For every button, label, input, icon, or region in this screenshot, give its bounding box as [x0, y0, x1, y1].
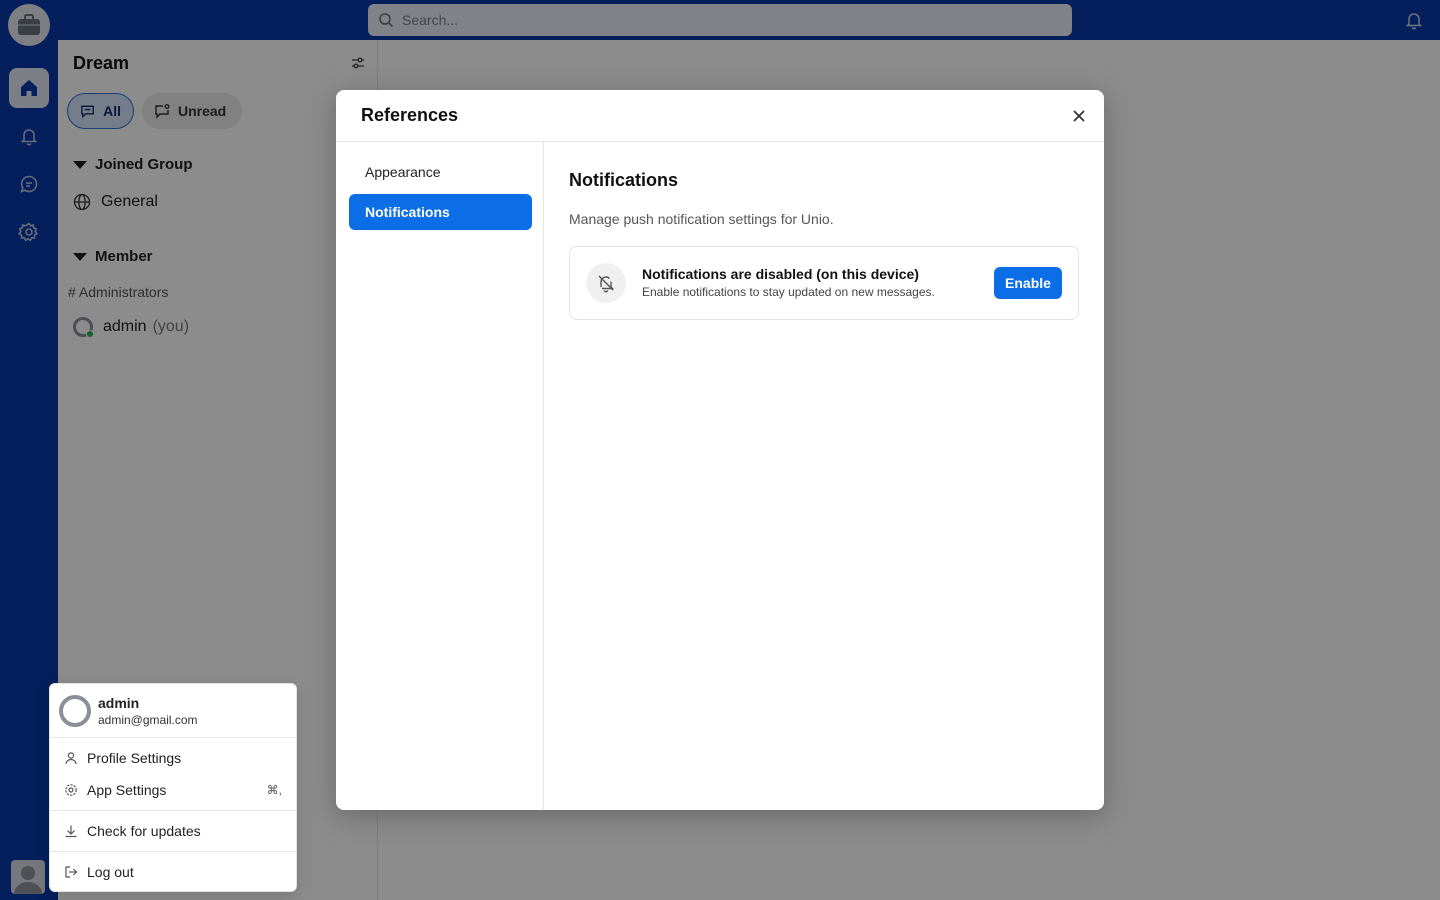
shortcut-hint: ⌘, [266, 783, 282, 797]
bell-off-icon [598, 275, 615, 293]
menu-divider [50, 810, 296, 811]
user-icon [65, 752, 77, 765]
download-icon [65, 825, 77, 838]
nav-item-appearance[interactable]: Appearance [349, 154, 532, 190]
avatar [59, 695, 91, 727]
bell-off-icon-wrap [586, 263, 626, 303]
account-menu: admin admin@gmail.com Profile Settings A… [49, 683, 297, 892]
section-description: Manage push notification settings for Un… [569, 211, 834, 227]
gear-icon [65, 784, 77, 796]
logout-icon [65, 866, 78, 878]
menu-item-label: Profile Settings [87, 750, 182, 766]
dialog-title: References [361, 105, 459, 125]
account-header: admin admin@gmail.com [50, 684, 296, 738]
menu-item-label: Log out [87, 864, 134, 880]
close-icon [1073, 110, 1085, 122]
enable-notifications-button[interactable]: Enable [994, 267, 1062, 299]
status-subtitle: Enable notifications to stay updated on … [642, 285, 935, 299]
account-name: admin [98, 695, 140, 711]
account-email: admin@gmail.com [98, 713, 198, 727]
close-button[interactable] [1070, 107, 1088, 125]
dialog-header: References [336, 90, 1104, 142]
menu-item-app-settings[interactable]: App Settings ⌘, [50, 775, 296, 805]
menu-item-label: Check for updates [87, 823, 201, 839]
status-title: Notifications are disabled (on this devi… [642, 266, 919, 282]
menu-item-profile-settings[interactable]: Profile Settings [50, 743, 296, 773]
preferences-dialog: References Appearance Notifications Noti… [336, 90, 1104, 810]
menu-item-check-updates[interactable]: Check for updates [50, 816, 296, 846]
dialog-body: Notifications Manage push notification s… [545, 142, 1104, 810]
dialog-nav: Appearance Notifications [336, 142, 544, 810]
menu-divider [50, 851, 296, 852]
section-title: Notifications [569, 170, 679, 190]
menu-item-label: App Settings [87, 782, 167, 798]
menu-item-log-out[interactable]: Log out [50, 857, 296, 887]
nav-item-notifications[interactable]: Notifications [349, 194, 532, 230]
notification-status-card: Notifications are disabled (on this devi… [569, 246, 1079, 320]
